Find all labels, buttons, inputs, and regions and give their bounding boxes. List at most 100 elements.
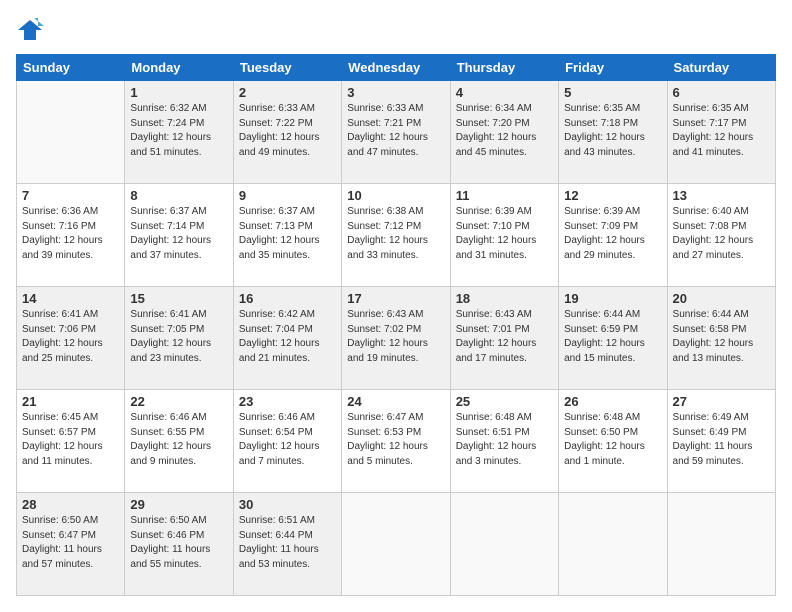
day-info: Sunrise: 6:43 AM Sunset: 7:02 PM Dayligh… — [347, 308, 444, 366]
calendar-week-3: 14 Sunrise: 6:41 AM Sunset: 7:06 PM Dayli… — [17, 287, 776, 390]
day-info: Sunrise: 6:32 AM Sunset: 7:24 PM Dayligh… — [130, 102, 227, 160]
day-info: Sunrise: 6:41 AM Sunset: 7:05 PM Dayligh… — [130, 308, 227, 366]
day-info: Sunrise: 6:44 AM Sunset: 6:58 PM Dayligh… — [673, 308, 770, 366]
calendar-cell: 12 Sunrise: 6:39 AM Sunset: 7:09 PM Dayli… — [559, 184, 667, 287]
day-info: Sunrise: 6:35 AM Sunset: 7:17 PM Dayligh… — [673, 102, 770, 160]
day-info: Sunrise: 6:43 AM Sunset: 7:01 PM Dayligh… — [456, 308, 553, 366]
calendar-cell — [450, 493, 558, 596]
day-number: 16 — [239, 291, 336, 306]
day-number: 22 — [130, 394, 227, 409]
calendar-cell — [342, 493, 450, 596]
day-info: Sunrise: 6:44 AM Sunset: 6:59 PM Dayligh… — [564, 308, 661, 366]
calendar-week-1: 1 Sunrise: 6:32 AM Sunset: 7:24 PM Daylig… — [17, 81, 776, 184]
day-number: 4 — [456, 85, 553, 100]
day-number: 12 — [564, 188, 661, 203]
day-info: Sunrise: 6:47 AM Sunset: 6:53 PM Dayligh… — [347, 411, 444, 469]
day-info: Sunrise: 6:37 AM Sunset: 7:14 PM Dayligh… — [130, 205, 227, 263]
day-info: Sunrise: 6:48 AM Sunset: 6:50 PM Dayligh… — [564, 411, 661, 469]
weekday-header-sunday: Sunday — [17, 55, 125, 81]
day-info: Sunrise: 6:39 AM Sunset: 7:10 PM Dayligh… — [456, 205, 553, 263]
day-number: 25 — [456, 394, 553, 409]
day-number: 7 — [22, 188, 119, 203]
calendar-cell: 26 Sunrise: 6:48 AM Sunset: 6:50 PM Dayli… — [559, 390, 667, 493]
day-number: 1 — [130, 85, 227, 100]
logo — [16, 16, 48, 44]
calendar-cell: 1 Sunrise: 6:32 AM Sunset: 7:24 PM Daylig… — [125, 81, 233, 184]
day-info: Sunrise: 6:38 AM Sunset: 7:12 PM Dayligh… — [347, 205, 444, 263]
calendar-cell: 15 Sunrise: 6:41 AM Sunset: 7:05 PM Dayli… — [125, 287, 233, 390]
day-number: 23 — [239, 394, 336, 409]
day-info: Sunrise: 6:40 AM Sunset: 7:08 PM Dayligh… — [673, 205, 770, 263]
day-number: 14 — [22, 291, 119, 306]
day-number: 6 — [673, 85, 770, 100]
calendar-cell: 17Sunrise: 6:43 AM Sunset: 7:02 PM Dayli… — [342, 287, 450, 390]
day-number: 9 — [239, 188, 336, 203]
day-info: Sunrise: 6:48 AM Sunset: 6:51 PM Dayligh… — [456, 411, 553, 469]
calendar-cell: 24 Sunrise: 6:47 AM Sunset: 6:53 PM Dayli… — [342, 390, 450, 493]
day-number: 13 — [673, 188, 770, 203]
calendar-cell: 30 Sunrise: 6:51 AM Sunset: 6:44 PM Dayli… — [233, 493, 341, 596]
day-number: 28 — [22, 497, 119, 512]
day-info: Sunrise: 6:50 AM Sunset: 6:46 PM Dayligh… — [130, 514, 227, 572]
calendar-cell: 4 Sunrise: 6:34 AM Sunset: 7:20 PM Daylig… — [450, 81, 558, 184]
day-info: Sunrise: 6:46 AM Sunset: 6:54 PM Dayligh… — [239, 411, 336, 469]
day-number: 3 — [347, 85, 444, 100]
day-number: 8 — [130, 188, 227, 203]
calendar-week-4: 21 Sunrise: 6:45 AM Sunset: 6:57 PM Dayli… — [17, 390, 776, 493]
calendar-cell: 16 Sunrise: 6:42 AM Sunset: 7:04 PM Dayli… — [233, 287, 341, 390]
day-info: Sunrise: 6:36 AM Sunset: 7:16 PM Dayligh… — [22, 205, 119, 263]
day-number: 21 — [22, 394, 119, 409]
calendar-cell: 22 Sunrise: 6:46 AM Sunset: 6:55 PM Dayli… — [125, 390, 233, 493]
day-info: Sunrise: 6:35 AM Sunset: 7:18 PM Dayligh… — [564, 102, 661, 160]
calendar-week-5: 28 Sunrise: 6:50 AM Sunset: 6:47 PM Dayli… — [17, 493, 776, 596]
weekday-header-wednesday: Wednesday — [342, 55, 450, 81]
day-number: 5 — [564, 85, 661, 100]
calendar-cell: 6 Sunrise: 6:35 AM Sunset: 7:17 PM Daylig… — [667, 81, 775, 184]
day-info: Sunrise: 6:41 AM Sunset: 7:06 PM Dayligh… — [22, 308, 119, 366]
calendar-cell: 8 Sunrise: 6:37 AM Sunset: 7:14 PM Daylig… — [125, 184, 233, 287]
calendar-cell: 20 Sunrise: 6:44 AM Sunset: 6:58 PM Dayli… — [667, 287, 775, 390]
day-info: Sunrise: 6:37 AM Sunset: 7:13 PM Dayligh… — [239, 205, 336, 263]
weekday-header-thursday: Thursday — [450, 55, 558, 81]
day-info: Sunrise: 6:45 AM Sunset: 6:57 PM Dayligh… — [22, 411, 119, 469]
day-number: 30 — [239, 497, 336, 512]
calendar-cell: 2Sunrise: 6:33 AM Sunset: 7:22 PM Daylig… — [233, 81, 341, 184]
weekday-header-monday: Monday — [125, 55, 233, 81]
day-info: Sunrise: 6:50 AM Sunset: 6:47 PM Dayligh… — [22, 514, 119, 572]
logo-icon — [16, 16, 44, 44]
calendar-cell: 13 Sunrise: 6:40 AM Sunset: 7:08 PM Dayli… — [667, 184, 775, 287]
calendar-cell: 21 Sunrise: 6:45 AM Sunset: 6:57 PM Dayli… — [17, 390, 125, 493]
day-number: 2 — [239, 85, 336, 100]
calendar-cell — [667, 493, 775, 596]
calendar-cell: 25 Sunrise: 6:48 AM Sunset: 6:51 PM Dayli… — [450, 390, 558, 493]
calendar-cell: 19Sunrise: 6:44 AM Sunset: 6:59 PM Dayli… — [559, 287, 667, 390]
calendar-table: SundayMondayTuesdayWednesdayThursdayFrid… — [16, 54, 776, 596]
day-info: Sunrise: 6:42 AM Sunset: 7:04 PM Dayligh… — [239, 308, 336, 366]
weekday-header-row: SundayMondayTuesdayWednesdayThursdayFrid… — [17, 55, 776, 81]
calendar-cell: 23 Sunrise: 6:46 AM Sunset: 6:54 PM Dayli… — [233, 390, 341, 493]
day-number: 29 — [130, 497, 227, 512]
weekday-header-friday: Friday — [559, 55, 667, 81]
calendar-week-2: 7 Sunrise: 6:36 AM Sunset: 7:16 PM Daylig… — [17, 184, 776, 287]
day-number: 15 — [130, 291, 227, 306]
weekday-header-saturday: Saturday — [667, 55, 775, 81]
weekday-header-tuesday: Tuesday — [233, 55, 341, 81]
day-info: Sunrise: 6:34 AM Sunset: 7:20 PM Dayligh… — [456, 102, 553, 160]
day-info: Sunrise: 6:46 AM Sunset: 6:55 PM Dayligh… — [130, 411, 227, 469]
day-info: Sunrise: 6:51 AM Sunset: 6:44 PM Dayligh… — [239, 514, 336, 572]
calendar-cell: 18 Sunrise: 6:43 AM Sunset: 7:01 PM Dayli… — [450, 287, 558, 390]
day-number: 18 — [456, 291, 553, 306]
day-number: 11 — [456, 188, 553, 203]
day-number: 26 — [564, 394, 661, 409]
calendar-cell: 14 Sunrise: 6:41 AM Sunset: 7:06 PM Dayli… — [17, 287, 125, 390]
day-info: Sunrise: 6:49 AM Sunset: 6:49 PM Dayligh… — [673, 411, 770, 469]
calendar-cell: 5 Sunrise: 6:35 AM Sunset: 7:18 PM Daylig… — [559, 81, 667, 184]
calendar-cell — [17, 81, 125, 184]
day-number: 24 — [347, 394, 444, 409]
calendar-cell — [559, 493, 667, 596]
day-info: Sunrise: 6:39 AM Sunset: 7:09 PM Dayligh… — [564, 205, 661, 263]
day-number: 20 — [673, 291, 770, 306]
calendar-cell: 27Sunrise: 6:49 AM Sunset: 6:49 PM Dayli… — [667, 390, 775, 493]
calendar-cell: 10Sunrise: 6:38 AM Sunset: 7:12 PM Dayli… — [342, 184, 450, 287]
day-info: Sunrise: 6:33 AM Sunset: 7:21 PM Dayligh… — [347, 102, 444, 160]
